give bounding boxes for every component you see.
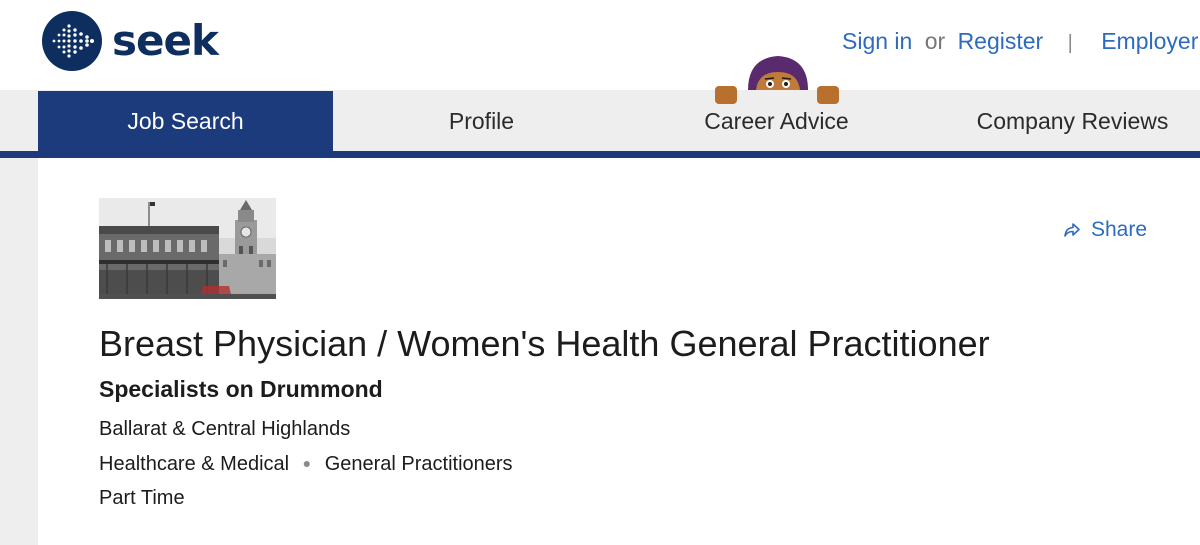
- share-button[interactable]: Share: [1063, 218, 1147, 242]
- register-link[interactable]: Register: [958, 28, 1044, 54]
- tab-label: Profile: [448, 107, 515, 134]
- classification: Healthcare & Medical: [99, 453, 290, 475]
- job-title: Breast Physician / Women's Health Genera…: [99, 323, 990, 364]
- left-gutter: [0, 158, 38, 545]
- tab-job-search[interactable]: Job Search: [38, 91, 333, 152]
- sub-classification: General Practitioners: [324, 453, 513, 475]
- share-label: Share: [1091, 218, 1148, 241]
- company-name-link[interactable]: Specialists on Drummond: [99, 376, 383, 403]
- work-type: Part Time: [99, 487, 185, 509]
- job-classification: Healthcare & Medical ● General Practitio…: [99, 453, 513, 476]
- seek-logo[interactable]: seek: [40, 10, 219, 72]
- job-location: Ballarat & Central Highlands: [99, 418, 351, 440]
- employer-site-link[interactable]: Employer si: [1101, 28, 1200, 54]
- tab-company-reviews[interactable]: Company Reviews: [925, 90, 1200, 152]
- seek-logo-icon: [42, 11, 102, 71]
- account-links: Sign in or Register | Employer si: [842, 28, 1200, 55]
- sign-in-link[interactable]: Sign in: [842, 28, 912, 54]
- tab-profile[interactable]: Profile: [334, 90, 629, 152]
- main-nav: Job Search Profile Career Advice Company…: [0, 90, 1200, 152]
- mascot-peeking-icon: [715, 56, 839, 104]
- company-banner-image: [99, 198, 276, 299]
- logo-wordmark: seek: [112, 16, 219, 65]
- tab-label: Career Advice: [704, 107, 849, 134]
- share-icon: [1064, 223, 1080, 237]
- tab-label: Company Reviews: [976, 107, 1169, 134]
- links-separator: |: [1067, 32, 1073, 54]
- site-header: seek Sign in or Register | Employer si: [0, 0, 1200, 90]
- nav-underline-bar: [0, 151, 1200, 158]
- or-text: or: [924, 28, 946, 54]
- bullet-separator: ●: [302, 455, 312, 471]
- tab-label: Job Search: [127, 108, 244, 134]
